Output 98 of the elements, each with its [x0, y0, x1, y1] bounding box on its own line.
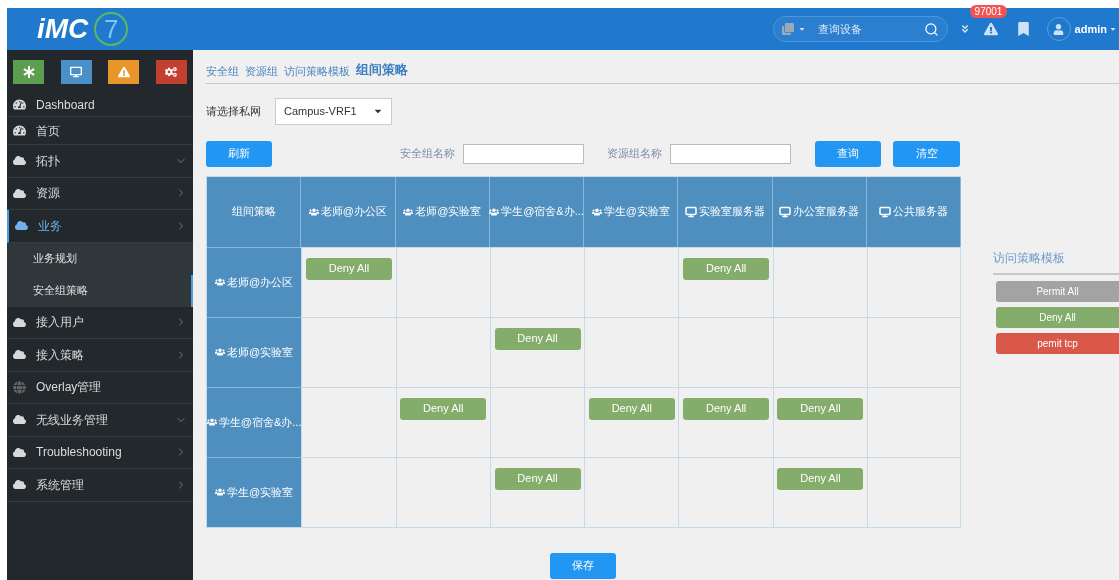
header-cell: 公共服务器 — [867, 176, 962, 247]
logo-text: iMC — [37, 15, 89, 43]
vpn-select[interactable]: Campus-VRF1 — [275, 97, 392, 125]
double-chevron-icon[interactable] — [959, 24, 970, 34]
caret-icon[interactable] — [1109, 25, 1117, 33]
save-button[interactable]: 保存 — [550, 552, 616, 579]
clear-button[interactable]: 清空 — [893, 140, 960, 167]
monitor-icon — [879, 205, 892, 218]
field-label: 请选择私网 — [206, 103, 261, 119]
template-tag[interactable]: Deny All — [996, 306, 1119, 328]
quick-button[interactable] — [60, 60, 92, 84]
policy-tag[interactable]: Deny All — [588, 397, 675, 420]
row-header-cell: 学生@实验室 — [207, 456, 302, 527]
policy-tag[interactable]: Deny All — [494, 327, 581, 350]
row-header-cell: 学生@宿舍&办... — [207, 386, 302, 457]
header-cell: 老师@办公区 — [301, 176, 396, 247]
monitor-icon — [779, 205, 792, 218]
user-name[interactable]: admin — [1074, 20, 1107, 38]
row-header-cell: 老师@实验室 — [207, 316, 302, 387]
sidebar-item[interactable]: Dashboard — [7, 93, 193, 117]
logo-version: 7 — [94, 12, 129, 46]
sidebar-label: 拓扑 — [36, 152, 61, 170]
cloud-icon — [13, 478, 26, 492]
user-group-icon — [215, 347, 226, 357]
user-group-icon — [308, 206, 319, 217]
security-group-field[interactable] — [463, 143, 584, 164]
field-label: 安全组名称 — [400, 146, 455, 162]
user-group-icon — [403, 206, 414, 217]
warning-icon — [117, 66, 130, 78]
warning-icon[interactable] — [983, 22, 998, 36]
cloud-icon — [13, 445, 26, 459]
search-input[interactable]: 查询设备 — [817, 20, 920, 38]
sidebar-label: 业务 — [38, 217, 63, 235]
policy-tag[interactable]: Deny All — [494, 467, 581, 490]
sidebar-label: Troubleshooting — [36, 444, 123, 462]
globe-icon — [13, 380, 26, 394]
user-group-icon — [591, 206, 602, 217]
quick-button[interactable] — [108, 60, 140, 84]
cloud-icon — [13, 348, 26, 362]
sidebar-subitem[interactable]: 安全组策略 — [7, 274, 193, 307]
policy-tag[interactable]: Deny All — [400, 397, 487, 420]
template-tag[interactable]: Permit All — [996, 280, 1119, 302]
header-cell: 办公室服务器 — [772, 176, 868, 247]
template-tag[interactable]: pemit tcp — [996, 332, 1119, 354]
cloud-icon — [13, 154, 26, 168]
user-group-icon — [215, 277, 226, 287]
resource-group-field[interactable] — [670, 143, 791, 164]
policy-tag[interactable]: Deny All — [683, 397, 770, 420]
breadcrumb-link[interactable]: 安全组 — [206, 63, 239, 80]
sidebar-item[interactable]: 首页 — [7, 117, 193, 145]
cloud-icon — [13, 315, 26, 329]
alarm-badge: 97001 — [969, 5, 1008, 18]
breadcrumb-link[interactable]: 访问策略模板 — [284, 63, 350, 80]
search-icon[interactable] — [923, 21, 939, 37]
header-cell: 实验室服务器 — [678, 176, 773, 247]
policy-tag[interactable]: Deny All — [777, 467, 864, 490]
caret-icon — [797, 25, 806, 33]
policy-tag[interactable]: Deny All — [305, 257, 392, 280]
user-icon — [1053, 23, 1065, 35]
refresh-button[interactable]: 刷新 — [206, 140, 272, 167]
quick-button[interactable] — [155, 60, 187, 84]
sidebar-label: 无线业务管理 — [36, 411, 109, 429]
sidebar-subitem[interactable]: 业务规划 — [7, 242, 193, 275]
policy-tag[interactable]: Deny All — [683, 257, 770, 280]
monitor-icon — [70, 66, 83, 78]
asterisk-icon — [22, 66, 35, 78]
search-field[interactable]: 查询设备 — [772, 16, 948, 42]
sidebar-item[interactable]: 业务 — [7, 210, 193, 243]
sidebar-label: 接入策略 — [36, 346, 85, 364]
gauge-icon — [13, 124, 26, 137]
sidebar-label: 接入用户 — [36, 314, 85, 332]
cloud-icon — [13, 186, 26, 200]
sidebar-label: 系统管理 — [36, 476, 85, 494]
cloud-icon — [13, 413, 26, 427]
query-button[interactable]: 查询 — [815, 140, 881, 167]
sidebar-label: Dashboard — [36, 96, 96, 114]
header-cell: 学生@实验室 — [584, 176, 679, 247]
gauge-icon — [13, 98, 26, 111]
cloud-icon — [15, 219, 28, 233]
monitor-icon — [685, 205, 698, 218]
header-cell: 组间策略 — [207, 176, 302, 247]
sidebar-label: Overlay管理 — [36, 379, 103, 397]
row-header-cell: 老师@办公区 — [207, 246, 302, 317]
header-cell: 老师@实验室 — [395, 176, 490, 247]
gears-icon — [165, 66, 178, 78]
policy-tag[interactable]: Deny All — [777, 397, 864, 420]
user-group-icon — [206, 417, 217, 427]
sidebar-label: 资源 — [36, 185, 61, 203]
field-label: 资源组名称 — [607, 146, 662, 162]
breadcrumb-link[interactable]: 资源组 — [245, 63, 278, 80]
breadcrumb-link[interactable]: 组间策略 — [356, 60, 408, 80]
bookmark-icon[interactable] — [1017, 22, 1029, 36]
panel-title: 访问策略模板 — [993, 248, 1119, 275]
user-group-icon — [489, 206, 500, 217]
user-group-icon — [215, 487, 226, 497]
sidebar-label: 首页 — [36, 122, 61, 140]
header-cell: 学生@宿舍&办... — [489, 176, 585, 247]
device-icon — [781, 23, 794, 35]
